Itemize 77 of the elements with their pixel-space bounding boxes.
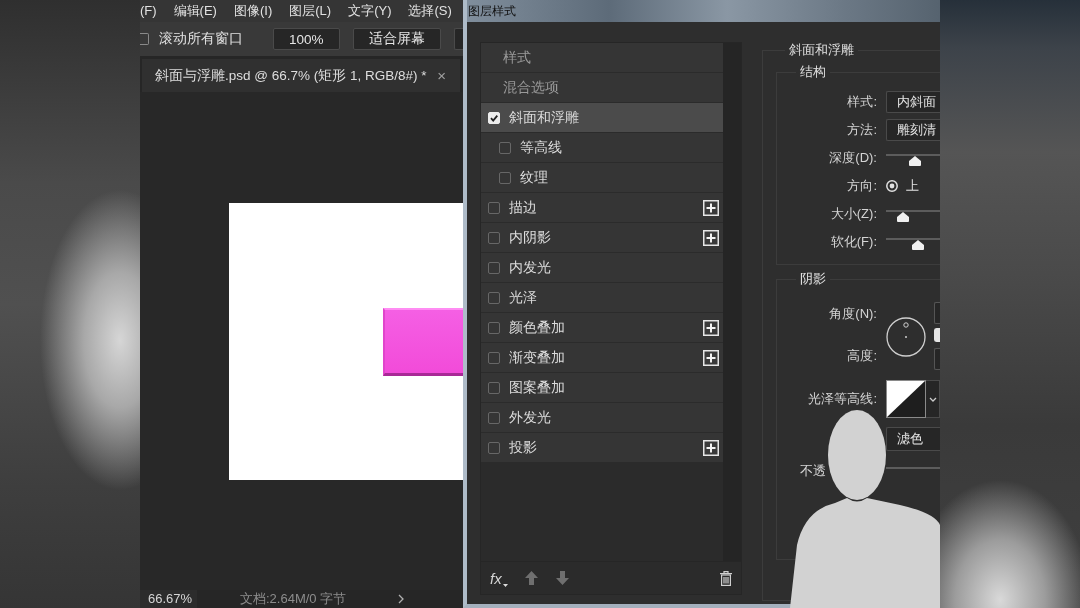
style-list-item[interactable]: 颜色叠加 — [481, 313, 723, 342]
contour-swatch[interactable] — [886, 380, 926, 418]
caret-icon — [502, 583, 508, 587]
checkbox[interactable] — [499, 141, 511, 154]
dropdown[interactable]: 雕刻清 — [886, 119, 940, 141]
dialog-title: 图层样式 — [467, 2, 516, 20]
group-legend: 阴影 — [796, 271, 830, 287]
checkbox[interactable] — [488, 231, 500, 244]
group-legend: 结构 — [796, 64, 830, 80]
zoom-button[interactable]: 100% — [273, 28, 340, 50]
option-label: 滚动所有窗口 — [159, 30, 243, 48]
field-label: 深度(D): — [829, 149, 877, 167]
chevron-down-icon — [928, 396, 937, 402]
style-list-item[interactable]: 混合选项 — [481, 73, 723, 102]
partial-button[interactable] — [453, 28, 463, 50]
style-list-item[interactable]: 纹理 — [481, 163, 723, 192]
scrollbar-track[interactable] — [723, 43, 741, 561]
style-list-item[interactable]: 描边 — [481, 193, 723, 222]
fx-button[interactable]: fx — [490, 569, 508, 587]
field-label: 高度: — [847, 347, 877, 365]
style-list-item[interactable]: 样式 — [481, 43, 723, 72]
field-label: 方法: — [847, 121, 877, 139]
document-info: 文档:2.64M/0 字节 — [240, 590, 348, 608]
angle-dial[interactable] — [886, 317, 926, 357]
style-list-item[interactable]: 斜面和浮雕 — [481, 103, 723, 132]
slider-thumb[interactable] — [896, 212, 909, 222]
trash-icon[interactable] — [720, 570, 732, 586]
plus-icon[interactable] — [703, 439, 719, 456]
number-field[interactable] — [934, 302, 940, 324]
field-label: 软化(F): — [830, 233, 877, 251]
menu-item[interactable]: 文字(Y) — [348, 3, 392, 19]
zoom-button[interactable]: 适合屏幕 — [352, 28, 441, 50]
number-field[interactable] — [934, 348, 940, 370]
field-label: 角度(N): — [829, 305, 877, 323]
checkbox[interactable] — [488, 351, 500, 364]
dropdown[interactable]: 内斜面 — [886, 91, 940, 113]
style-list-item[interactable]: 内阴影 — [481, 223, 723, 252]
field-label: 大小(Z): — [830, 205, 877, 223]
checkbox[interactable] — [488, 321, 500, 334]
slider-thumb[interactable] — [908, 156, 921, 166]
checkbox[interactable] — [488, 201, 500, 214]
plus-icon[interactable] — [703, 319, 719, 336]
chevron-right-icon[interactable] — [398, 594, 404, 604]
field-label: 方向: — [847, 177, 877, 195]
slider-thumb[interactable] — [911, 240, 924, 250]
field-label: 光泽等高线: — [808, 390, 877, 408]
radio-button[interactable] — [886, 180, 898, 192]
plus-icon[interactable] — [703, 229, 719, 246]
menu-item[interactable]: (F) — [140, 3, 157, 19]
field-label: 不透 — [800, 462, 826, 480]
menu-item[interactable]: 编辑(E) — [173, 3, 217, 19]
style-list-item[interactable]: 渐变叠加 — [481, 343, 723, 372]
style-list-item[interactable]: 内发光 — [481, 253, 723, 282]
checkbox[interactable] — [488, 261, 500, 274]
checkbox[interactable] — [140, 33, 149, 45]
checkbox[interactable] — [488, 381, 500, 394]
checkbox[interactable] — [488, 441, 500, 454]
field-label: 样式: — [847, 93, 877, 111]
style-list-item[interactable]: 图案叠加 — [481, 373, 723, 402]
menu-item[interactable]: 图像(I) — [233, 3, 273, 19]
style-list-item[interactable]: 光泽 — [481, 283, 723, 312]
zoom-level: 66.67% — [140, 590, 197, 608]
document-tab[interactable]: 斜面与浮雕.psd @ 66.7% (矩形 1, RGB/8#) * × — [142, 59, 460, 92]
plus-icon[interactable] — [703, 199, 719, 216]
menu-item[interactable]: 图层(L) — [289, 3, 332, 19]
checkbox[interactable] — [499, 171, 511, 184]
style-list-item[interactable]: 等高线 — [481, 133, 723, 162]
plus-icon[interactable] — [703, 349, 719, 366]
dropdown[interactable]: 滤色 — [886, 427, 940, 451]
style-list-item[interactable]: 外发光 — [481, 403, 723, 432]
style-list-item[interactable]: 投影 — [481, 433, 723, 462]
checkbox[interactable] — [488, 291, 500, 304]
radio-label[interactable]: 上 — [906, 177, 919, 195]
checkbox[interactable] — [488, 411, 500, 424]
menu-item[interactable]: 选择(S) — [408, 3, 452, 19]
close-button[interactable]: × — [435, 67, 448, 84]
section-title: 斜面和浮雕 — [788, 42, 855, 58]
